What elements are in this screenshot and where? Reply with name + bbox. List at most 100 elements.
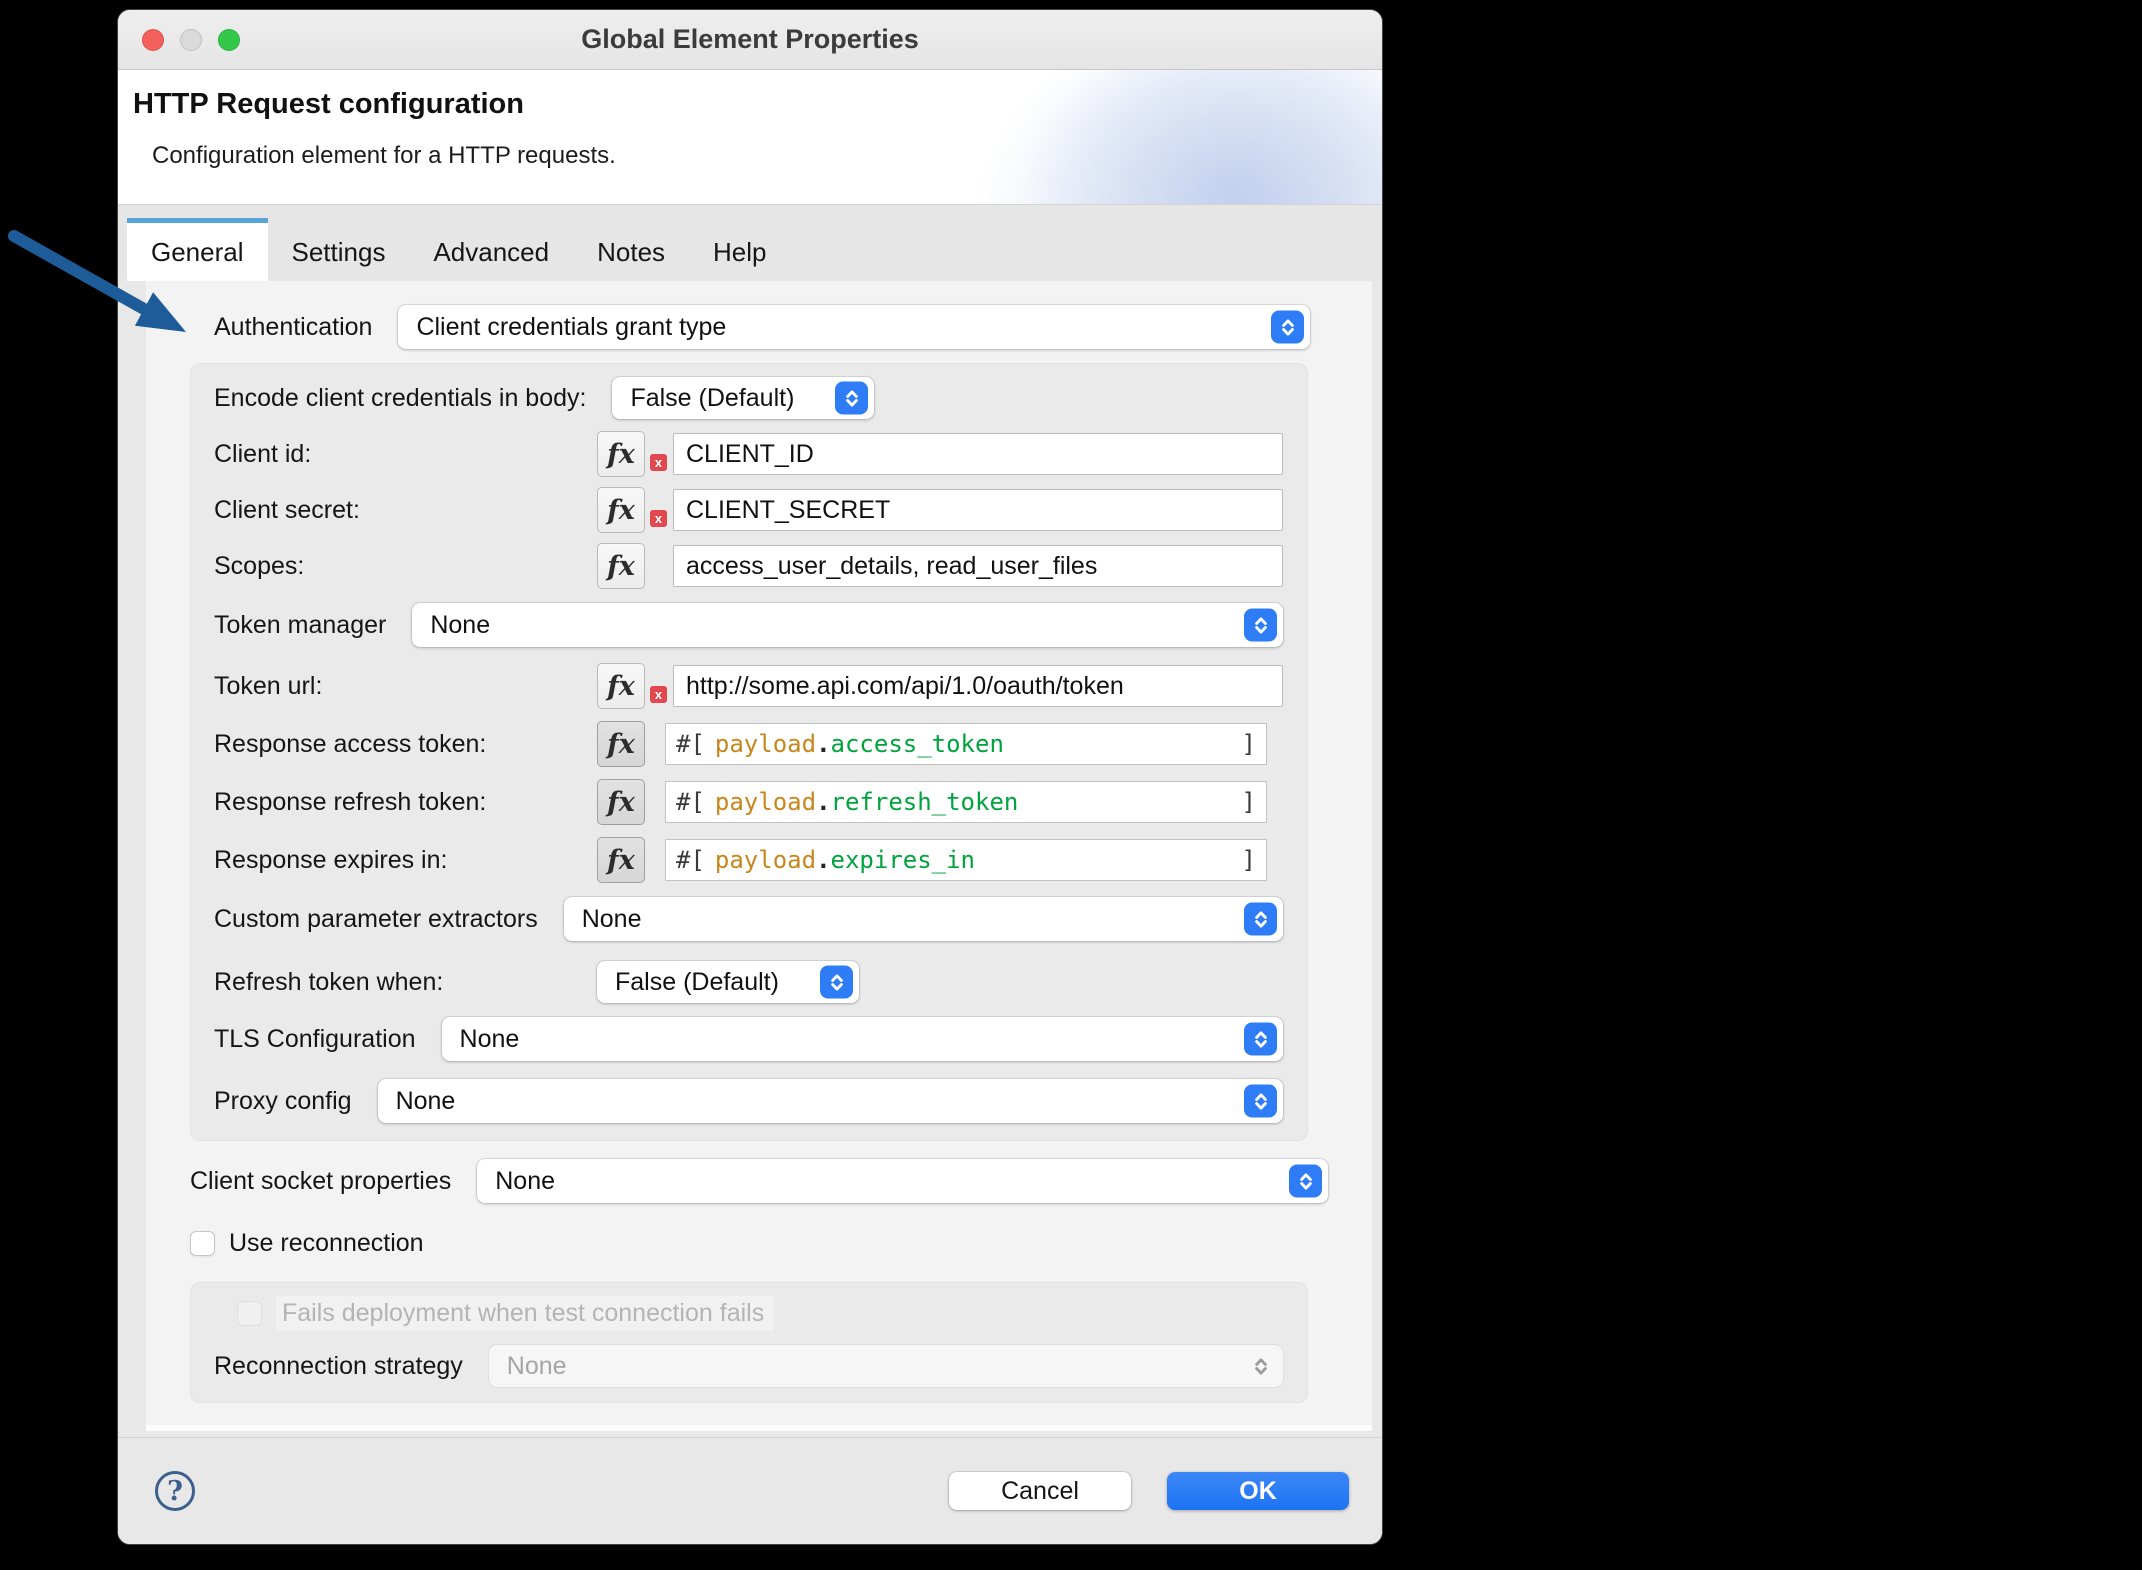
window-controls [142,10,240,69]
authentication-select[interactable]: Client credentials grant type [398,305,1310,349]
fx-expression-button[interactable]: fx [597,779,645,825]
dialog-footer: ? Cancel OK [118,1437,1382,1544]
chevron-up-down-icon [1289,1164,1322,1198]
tab-notes[interactable]: Notes [573,218,689,281]
banner-decoration [1022,70,1382,204]
fx-expression-button[interactable]: fx [597,663,645,709]
tls-configuration-label: TLS Configuration [214,1024,416,1053]
authentication-label: Authentication [214,312,373,341]
fx-expression-button[interactable]: fx [597,721,645,767]
fails-deployment-checkbox [237,1301,262,1326]
custom-extractors-row: Custom parameter extractors None [214,897,1283,941]
fx-icon: fx [607,786,635,818]
client-socket-row: Client socket properties None [190,1159,1328,1203]
chevron-up-down-icon [1244,608,1277,642]
page-subtitle: Configuration element for a HTTP request… [152,142,616,169]
token-manager-select[interactable]: None [412,603,1283,647]
refresh-token-when-row: Refresh token when: False (Default) [214,961,1283,1003]
use-reconnection-label: Use reconnection [229,1229,424,1257]
fx-expression-button[interactable]: fx [597,487,645,533]
tab-general[interactable]: General [127,218,268,281]
response-expires-in-label: Response expires in: [214,845,448,874]
response-expires-in-expression[interactable]: #[payload. expires_in] [665,839,1267,881]
fails-deployment-row: Fails deployment when test connection fa… [237,1296,1283,1331]
client-socket-select[interactable]: None [477,1159,1328,1203]
custom-extractors-label: Custom parameter extractors [214,904,538,933]
tls-configuration-row: TLS Configuration None [214,1017,1283,1061]
global-element-properties-dialog: Global Element Properties HTTP Request c… [118,10,1382,1544]
client-secret-row: Client secret: fx x [214,487,1283,533]
fx-icon: fx [607,670,635,702]
response-access-token-row: Response access token: fx #[payload. acce… [214,721,1283,767]
reconnection-strategy-select: None [488,1345,1283,1387]
proxy-config-select[interactable]: None [377,1079,1283,1123]
token-url-row: Token url: fx x [214,663,1283,709]
client-secret-label: Client secret: [214,495,360,524]
chevron-up-down-icon [1244,1022,1277,1056]
response-expires-in-row: Response expires in: fx #[payload. expire… [214,837,1283,883]
client-id-input[interactable] [673,433,1283,475]
reconnection-strategy-row: Reconnection strategy None [214,1345,1283,1387]
reconnection-strategy-label: Reconnection strategy [214,1351,463,1380]
tab-help[interactable]: Help [689,218,790,281]
encode-credentials-select[interactable]: False (Default) [612,377,875,419]
client-secret-input[interactable] [673,489,1283,531]
response-refresh-token-label: Response refresh token: [214,787,487,816]
token-manager-label: Token manager [214,610,387,639]
use-reconnection-checkbox[interactable] [190,1231,215,1256]
tab-content: Authentication Client credentials grant … [118,281,1382,1437]
token-manager-row: Token manager None [214,603,1283,647]
response-access-token-expression[interactable]: #[payload. access_token] [665,723,1267,765]
minimize-window-button[interactable] [180,28,202,51]
chevron-up-down-icon [1271,310,1304,344]
refresh-token-when-select[interactable]: False (Default) [597,961,859,1003]
chevron-up-down-icon [1244,902,1277,936]
question-mark-icon: ? [167,1475,183,1507]
client-credentials-panel: Encode client credentials in body: False… [190,363,1308,1141]
title-bar: Global Element Properties [118,10,1382,70]
proxy-config-row: Proxy config None [214,1079,1283,1123]
fx-expression-button[interactable]: fx [597,543,645,589]
response-refresh-token-row: Response refresh token: fx #[payload. ref… [214,779,1283,825]
fx-expression-button[interactable]: fx [597,431,645,477]
custom-extractors-select[interactable]: None [563,897,1283,941]
fx-icon: fx [607,550,635,582]
proxy-config-label: Proxy config [214,1086,352,1115]
encode-credentials-label: Encode client credentials in body: [214,383,587,412]
fx-expression-button[interactable]: fx [597,837,645,883]
token-url-input[interactable] [673,665,1283,707]
cancel-button[interactable]: Cancel [949,1472,1131,1510]
chevron-up-down-icon [1244,1350,1277,1383]
authentication-row: Authentication Client credentials grant … [214,305,1310,349]
fx-icon: fx [607,494,635,526]
reconnection-panel: Fails deployment when test connection fa… [190,1282,1308,1403]
fx-icon: fx [607,844,635,876]
refresh-token-when-label: Refresh token when: [214,967,444,996]
scopes-row: Scopes: fx [214,543,1283,589]
page-title: HTTP Request configuration [133,88,524,120]
response-access-token-label: Response access token: [214,729,487,758]
close-window-button[interactable] [142,28,164,51]
tab-settings[interactable]: Settings [268,218,410,281]
error-badge-icon: x [650,454,667,471]
error-badge-icon: x [650,510,667,527]
tab-advanced[interactable]: Advanced [409,218,573,281]
scopes-input[interactable] [673,545,1283,587]
fx-icon: fx [607,438,635,470]
fx-icon: fx [607,728,635,760]
use-reconnection-row: Use reconnection [190,1229,1372,1258]
ok-button[interactable]: OK [1167,1472,1349,1510]
chevron-up-down-icon [1244,1084,1277,1118]
encode-credentials-row: Encode client credentials in body: False… [214,377,1283,419]
dialog-banner: HTTP Request configuration Configuration… [118,70,1382,205]
tab-bar: General Settings Advanced Notes Help [118,205,1382,281]
fails-deployment-label: Fails deployment when test connection fa… [276,1296,775,1331]
help-button[interactable]: ? [155,1471,195,1511]
token-url-label: Token url: [214,671,323,700]
tls-configuration-select[interactable]: None [441,1017,1283,1061]
chevron-up-down-icon [835,381,869,415]
chevron-up-down-icon [820,965,853,999]
scopes-label: Scopes: [214,551,305,580]
response-refresh-token-expression[interactable]: #[payload. refresh_token] [665,781,1267,823]
zoom-window-button[interactable] [218,28,240,51]
